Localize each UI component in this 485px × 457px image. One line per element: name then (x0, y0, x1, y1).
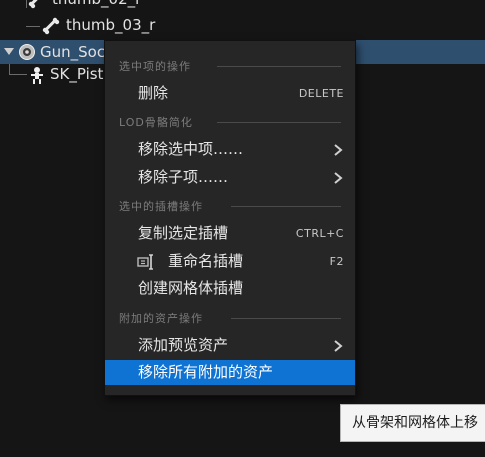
bone-icon (28, 0, 43, 8)
menu-item-label: 移除所有附加的资产 (138, 363, 274, 381)
socket-icon (19, 44, 35, 60)
menu-item-label: 删除 (138, 84, 169, 102)
menu-item-label: 移除选中项…… (138, 140, 244, 158)
tree-connector (9, 74, 27, 75)
menu-item-remove-children[interactable]: 移除子项…… (105, 165, 355, 190)
tree-row-label: SK_Pist (50, 65, 104, 83)
bone-icon (42, 17, 60, 34)
chevron-down-icon[interactable] (4, 48, 14, 55)
menu-item-create-mesh-socket[interactable]: 创建网格体插槽 (105, 276, 355, 301)
tree-row-thumb-02-r[interactable]: thumb_02_r (28, 0, 141, 10)
skeletal-mesh-icon (31, 66, 43, 84)
menu-item-copy-socket[interactable]: 复制选定插槽 CTRL+C (105, 221, 355, 246)
section-divider (217, 122, 341, 123)
rename-icon (137, 254, 153, 270)
tree-row-thumb-03-r[interactable]: thumb_03_r (42, 14, 155, 36)
section-divider (231, 206, 341, 207)
tree-row-label: thumb_02_r (52, 0, 141, 8)
menu-item-remove-all-attached-assets[interactable]: 移除所有附加的资产 (105, 360, 355, 385)
chevron-right-icon (334, 144, 343, 156)
section-divider (231, 318, 341, 319)
menu-item-add-preview-asset[interactable]: 添加预览资产 (105, 333, 355, 358)
tooltip-text: 从骨架和网格体上移 (352, 415, 478, 431)
menu-item-rename-socket[interactable]: 重命名插槽 F2 (105, 249, 355, 274)
menu-item-label: 移除子项…… (138, 168, 229, 186)
menu-item-label: 复制选定插槽 (138, 224, 229, 242)
shortcut-label: CTRL+C (295, 227, 344, 240)
context-menu: 选中项的操作 删除 DELETE LOD骨骼简化 移除选中项…… 移除子项…… … (104, 40, 356, 396)
section-title: 附加的资产操作 (119, 312, 203, 325)
chevron-right-icon (334, 172, 343, 184)
section-header-attached-assets: 附加的资产操作 (105, 308, 355, 326)
section-header-lod-bone-reduction: LOD骨骼简化 (105, 112, 355, 130)
tooltip: 从骨架和网格体上移 (340, 404, 485, 442)
tree-row-label: Gun_Soc (40, 43, 106, 61)
section-header-socket-actions: 选中的插槽操作 (105, 196, 355, 214)
tree-connector (26, 0, 27, 8)
menu-item-delete[interactable]: 删除 DELETE (105, 81, 355, 106)
menu-item-label: 创建网格体插槽 (138, 279, 244, 297)
shortcut-label: F2 (329, 255, 344, 268)
section-header-selected-actions: 选中项的操作 (105, 56, 355, 74)
tree-row-sk-pistol[interactable]: SK_Pist (28, 63, 103, 85)
section-title: LOD骨骼简化 (119, 116, 193, 129)
section-divider (217, 66, 341, 67)
menu-item-label: 重命名插槽 (168, 252, 244, 270)
section-title: 选中项的操作 (119, 60, 191, 73)
section-title: 选中的插槽操作 (119, 200, 203, 213)
menu-item-remove-selected[interactable]: 移除选中项…… (105, 137, 355, 162)
shortcut-label: DELETE (298, 87, 344, 100)
chevron-right-icon (334, 340, 343, 352)
tree-connector (26, 26, 40, 27)
tree-row-label: thumb_03_r (66, 16, 156, 34)
menu-item-label: 添加预览资产 (138, 336, 229, 354)
